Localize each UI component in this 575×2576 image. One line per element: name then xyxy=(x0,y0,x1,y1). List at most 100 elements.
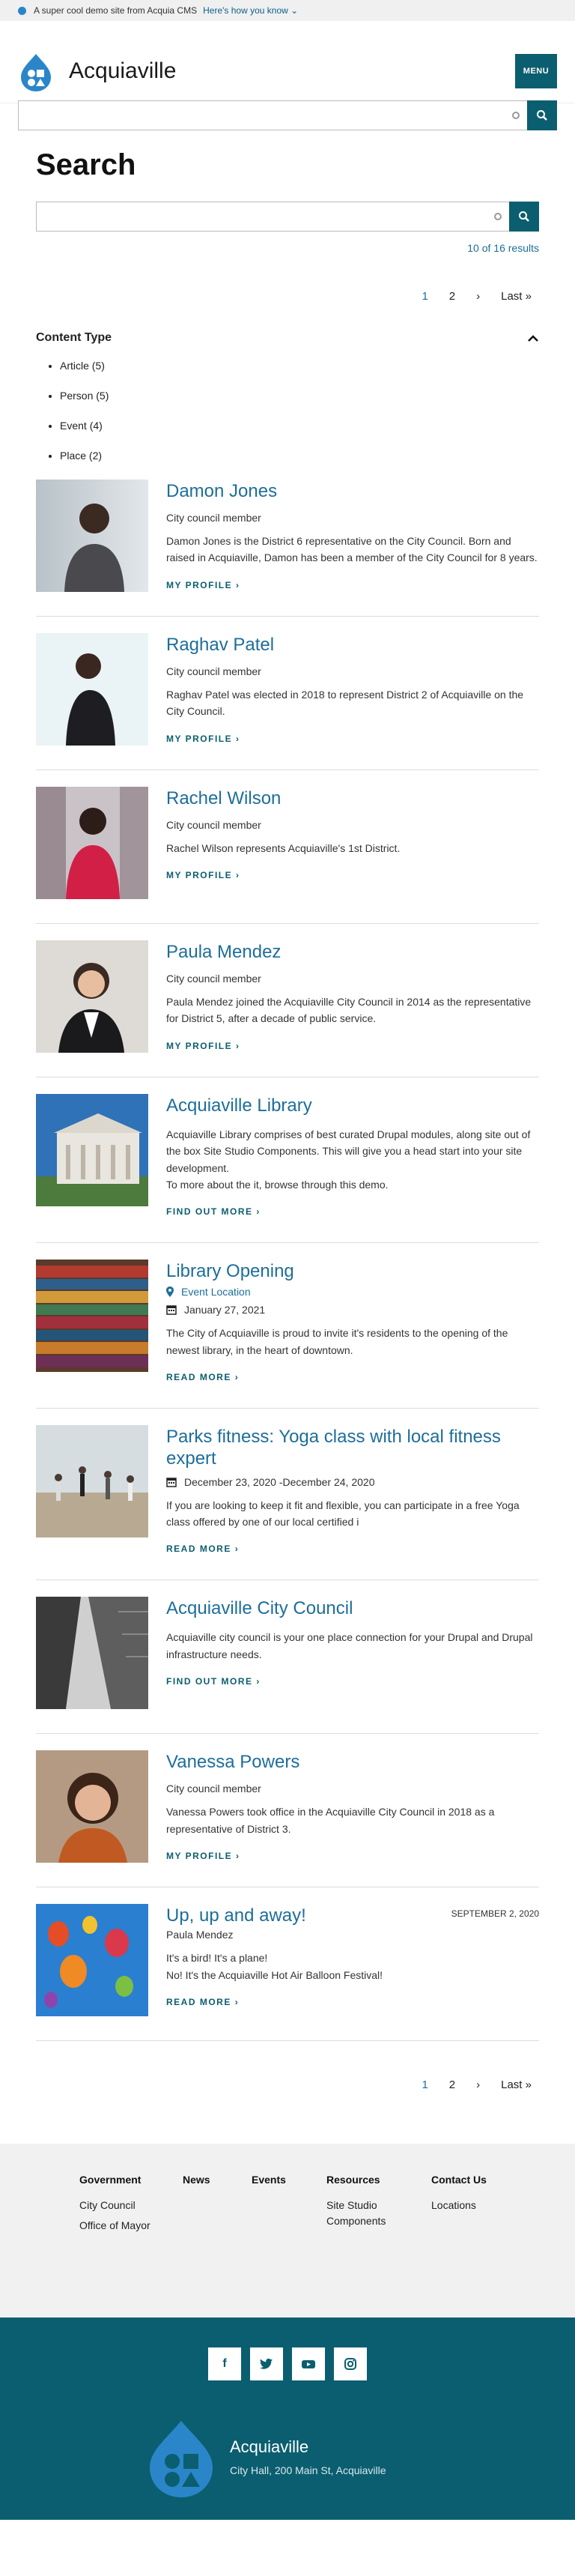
chevron-right-icon: › xyxy=(234,1544,240,1555)
result-title[interactable]: Rachel Wilson xyxy=(166,788,539,810)
result-card: Raghav Patel City council member Raghav … xyxy=(36,633,539,770)
footer-link-site-studio[interactable]: Site Studio Components xyxy=(326,2198,400,2228)
youtube-icon[interactable] xyxy=(292,2347,325,2381)
result-title[interactable]: Library Opening xyxy=(166,1261,539,1283)
header-search-button[interactable] xyxy=(527,100,557,130)
result-summary: Paula Mendez joined the Acquiaville City… xyxy=(166,995,532,1025)
twitter-icon[interactable] xyxy=(250,2347,283,2381)
read-more-link[interactable]: READ MORE › xyxy=(166,1997,239,2007)
site-name[interactable]: Acquiaville xyxy=(69,58,176,84)
instagram-icon[interactable] xyxy=(334,2347,367,2381)
result-title[interactable]: Paula Mendez xyxy=(166,942,539,964)
footer-column-title[interactable]: Events xyxy=(252,2174,295,2186)
main-content: Search 10 of 16 results 1 2 › Last » Con… xyxy=(0,148,575,2091)
result-title[interactable]: Damon Jones xyxy=(166,481,539,503)
result-summary: Vanessa Powers took office in the Acquia… xyxy=(166,1806,495,1835)
library-photo[interactable] xyxy=(36,1094,148,1206)
footer-column-contact: Contact Us Locations xyxy=(431,2174,487,2288)
my-profile-link[interactable]: MY PROFILE › xyxy=(166,734,240,744)
footer-column-title[interactable]: Government xyxy=(79,2174,151,2186)
read-more-link[interactable]: READ MORE › xyxy=(166,1372,239,1382)
chevron-right-icon: › xyxy=(235,733,240,744)
footer-address: City Hall, 200 Main St, Acquiaville xyxy=(230,2464,386,2477)
books-photo[interactable] xyxy=(36,1260,148,1373)
banner-link[interactable]: Here's how you know ⌄ xyxy=(203,5,298,16)
person-photo[interactable] xyxy=(36,480,148,592)
chevron-right-icon: › xyxy=(235,1040,240,1051)
site-logo[interactable] xyxy=(18,52,54,93)
clear-icon[interactable] xyxy=(512,112,520,119)
pager-current[interactable]: 1 xyxy=(422,2078,428,2091)
facet-header[interactable]: Content Type xyxy=(36,331,539,345)
find-out-more-link[interactable]: FIND OUT MORE › xyxy=(166,1206,261,1217)
pager-next[interactable]: › xyxy=(476,290,480,303)
my-profile-link[interactable]: MY PROFILE › xyxy=(166,1041,240,1051)
my-profile-link[interactable]: MY PROFILE › xyxy=(166,870,240,880)
pager-last[interactable]: Last » xyxy=(501,290,532,303)
result-card: Vanessa Powers City council member Vanes… xyxy=(36,1750,539,1888)
result-title[interactable]: Raghav Patel xyxy=(166,635,539,656)
result-title[interactable]: Vanessa Powers xyxy=(166,1752,539,1774)
header-search-input[interactable] xyxy=(18,100,527,130)
my-profile-link[interactable]: MY PROFILE › xyxy=(166,580,240,590)
footer-column-title[interactable]: Resources xyxy=(326,2174,400,2186)
pager-page-2[interactable]: 2 xyxy=(449,290,455,303)
my-profile-link[interactable]: MY PROFILE › xyxy=(166,1851,240,1861)
site-header: Acquiaville MENU xyxy=(0,21,575,130)
footer-link-city-council[interactable]: City Council xyxy=(79,2198,151,2213)
read-more-link[interactable]: READ MORE › xyxy=(166,1544,239,1554)
facet-item-event[interactable]: Event (4) xyxy=(60,420,539,432)
balloons-photo[interactable] xyxy=(36,1904,148,2017)
result-summary: Acquiaville city council is your one pla… xyxy=(166,1631,533,1660)
result-summary-extra: No! It's the Acquiaville Hot Air Balloon… xyxy=(166,1968,383,1981)
result-summary: Damon Jones is the District 6 representa… xyxy=(166,534,538,564)
pager-next[interactable]: › xyxy=(476,2078,480,2091)
person-photo[interactable] xyxy=(36,787,148,899)
footer-column-government: Government City Council Office of Mayor xyxy=(79,2174,151,2288)
person-photo[interactable] xyxy=(36,1750,148,1863)
result-subtitle: City council member xyxy=(166,818,261,831)
result-summary: Rachel Wilson represents Acquiaville's 1… xyxy=(166,841,401,854)
result-title[interactable]: Acquiaville City Council xyxy=(166,1598,539,1620)
facet-title: Content Type xyxy=(36,331,112,344)
person-photo[interactable] xyxy=(36,633,148,746)
result-card: Acquiaville Library Acquiaville Library … xyxy=(36,1094,539,1244)
result-subtitle: City council member xyxy=(166,511,261,524)
menu-button[interactable]: MENU xyxy=(515,54,557,88)
footer-column-title[interactable]: Contact Us xyxy=(431,2174,487,2186)
footer-site-name[interactable]: Acquiaville xyxy=(230,2437,308,2457)
search-button[interactable] xyxy=(509,202,539,232)
yoga-photo[interactable] xyxy=(36,1424,148,1538)
footer-link-locations[interactable]: Locations xyxy=(431,2198,487,2213)
results-count: 10 of 16 results xyxy=(467,242,539,254)
facet-item-place[interactable]: Place (2) xyxy=(60,450,539,462)
footer-logo[interactable] xyxy=(144,2418,219,2500)
clear-icon[interactable] xyxy=(494,213,502,220)
buildings-photo[interactable] xyxy=(36,1597,148,1710)
find-out-more-link[interactable]: FIND OUT MORE › xyxy=(166,1676,261,1687)
result-title[interactable]: Parks fitness: Yoga class with local fit… xyxy=(166,1427,539,1470)
facet-list: Article (5) Person (5) Event (4) Place (… xyxy=(36,360,539,462)
result-summary: The City of Acquiaville is proud to invi… xyxy=(166,1327,508,1356)
chevron-right-icon: › xyxy=(234,1996,240,2007)
location-link[interactable]: Event Location xyxy=(181,1286,251,1298)
pager-last[interactable]: Last » xyxy=(501,2078,532,2091)
search-input[interactable] xyxy=(36,202,509,232)
footer-column-title[interactable]: News xyxy=(183,2174,220,2186)
footer-link-office-of-mayor[interactable]: Office of Mayor xyxy=(79,2218,151,2233)
result-author: Paula Mendez xyxy=(166,1929,234,1941)
result-title[interactable]: Acquiaville Library xyxy=(166,1095,539,1117)
person-photo[interactable] xyxy=(36,940,148,1053)
footer-column-news: News xyxy=(183,2174,220,2288)
chevron-right-icon: › xyxy=(256,1675,261,1687)
info-dot-icon xyxy=(18,6,26,15)
facet-item-person[interactable]: Person (5) xyxy=(60,390,539,402)
result-card: Acquiaville City Council Acquiaville cit… xyxy=(36,1597,539,1735)
pager-current[interactable]: 1 xyxy=(422,290,428,303)
pager-page-2[interactable]: 2 xyxy=(449,2078,455,2091)
facet-item-article[interactable]: Article (5) xyxy=(60,360,539,372)
result-card: Library Opening Event Location January 2… xyxy=(36,1260,539,1409)
chevron-up-icon[interactable] xyxy=(527,334,539,342)
site-banner: A super cool demo site from Acquia CMS H… xyxy=(0,0,575,21)
facebook-icon[interactable]: f xyxy=(208,2347,241,2381)
